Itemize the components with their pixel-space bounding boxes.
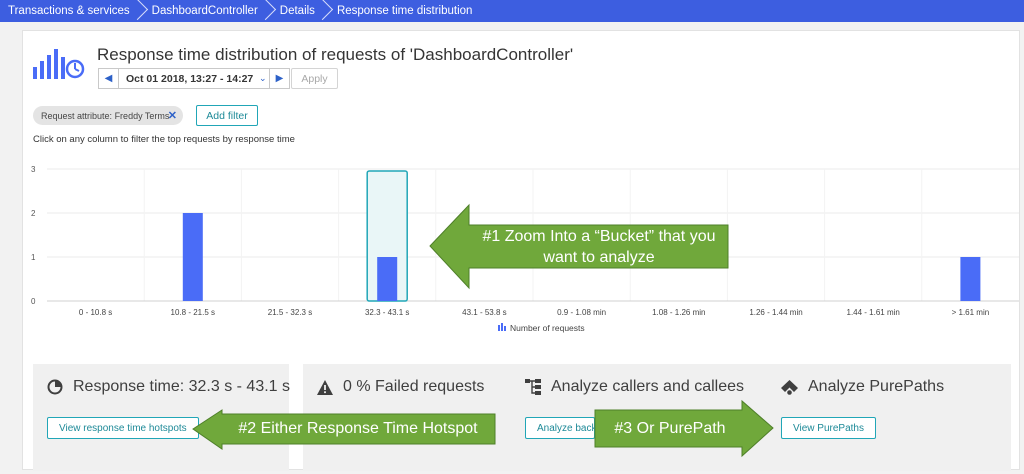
zoom-annotation-line2: want to analyze xyxy=(543,249,655,266)
hotspot-annotation: #2 Either Response Time Hotspot xyxy=(238,420,478,437)
purepath-annotation: #3 Or PurePath xyxy=(614,420,726,437)
zoom-annotation: #1 Zoom Into a “Bucket” that you want to… xyxy=(470,226,728,268)
zoom-annotation-line1: #1 Zoom Into a “Bucket” that you xyxy=(482,228,716,245)
